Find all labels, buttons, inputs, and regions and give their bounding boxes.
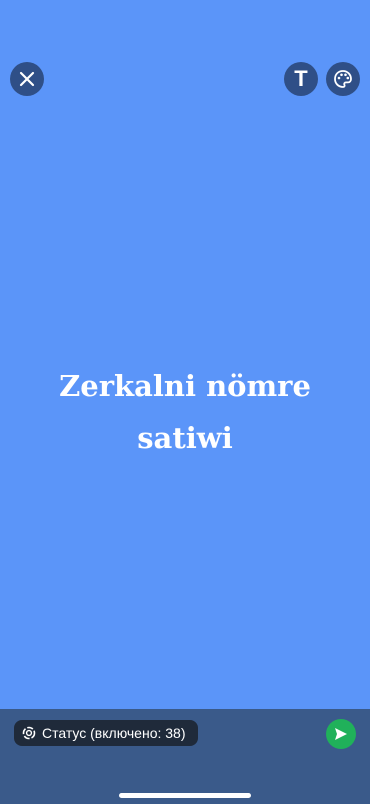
status-privacy-button[interactable]: Статус (включено: 38) (14, 720, 198, 746)
status-privacy-label: Статус (включено: 38) (42, 725, 186, 741)
text-icon: T (294, 66, 308, 91)
color-palette-button[interactable] (326, 62, 360, 96)
send-icon (335, 728, 347, 740)
status-text[interactable]: Zerkalni nömre satiwi (0, 360, 370, 464)
send-button[interactable] (326, 719, 356, 749)
status-text-line-1: Zerkalni nömre (59, 369, 311, 403)
status-canvas[interactable] (0, 0, 370, 709)
composer-bar: Статус (включено: 38) (0, 709, 370, 804)
status-text-line-2: satiwi (137, 421, 233, 455)
home-indicator[interactable] (119, 793, 251, 798)
status-ring-icon (22, 726, 36, 740)
close-icon (19, 71, 35, 87)
close-button[interactable] (10, 62, 44, 96)
palette-icon (334, 70, 352, 88)
text-tool-button[interactable]: T (284, 62, 318, 96)
